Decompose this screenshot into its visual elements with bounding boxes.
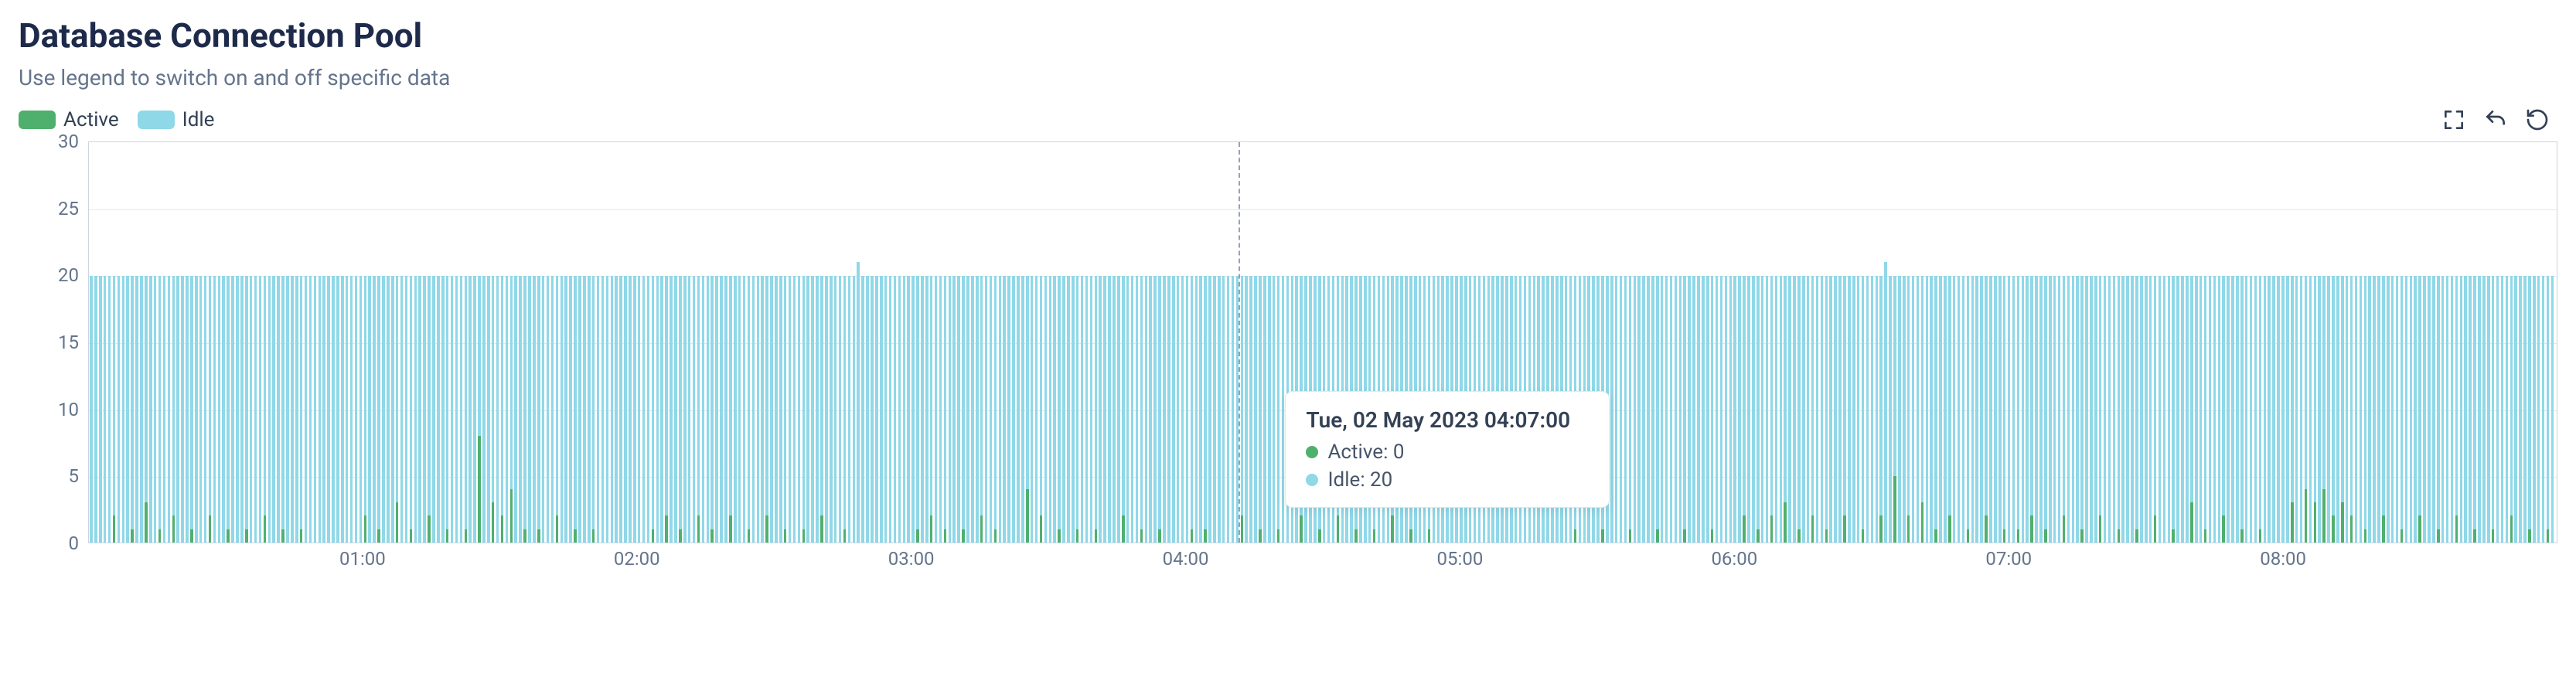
y-tick-label: 0: [69, 532, 80, 554]
plot-area[interactable]: Tue, 02 May 2023 04:07:00 Active: 0 Idle…: [88, 141, 2557, 543]
y-tick-label: 10: [58, 399, 79, 420]
legend-item-idle[interactable]: Idle: [138, 108, 215, 131]
x-tick-label: 05:00: [1437, 548, 1484, 570]
y-tick-label: 30: [58, 131, 79, 152]
legend-label-active: Active: [63, 108, 119, 131]
y-tick-label: 5: [69, 465, 80, 487]
tooltip-value-idle: Idle: 20: [1327, 468, 1392, 492]
legend-toolbar-row: Active Idle: [19, 106, 2557, 134]
tooltip-dot-active: [1306, 446, 1318, 458]
x-tick-label: 01:00: [339, 548, 386, 570]
tooltip-value-active: Active: 0: [1327, 441, 1404, 464]
x-tick-label: 07:00: [1985, 548, 2032, 570]
y-tick-label: 25: [58, 198, 79, 219]
y-tick-label: 20: [58, 264, 79, 286]
chart-subtitle: Use legend to switch on and off specific…: [19, 65, 2557, 90]
legend: Active Idle: [19, 108, 214, 131]
y-tick-label: 15: [58, 332, 79, 353]
x-axis: 01:00 02:00 03:00 04:00 05:00 06:00 07:00 08:00: [88, 543, 2557, 577]
x-tick-label: 02:00: [614, 548, 660, 570]
chart-area: 051015202530 Tue, 02 May 2023 04:07:00 A…: [19, 141, 2557, 577]
x-tick-label: 03:00: [888, 548, 935, 570]
legend-label-idle: Idle: [182, 108, 215, 131]
chart-title: Database Connection Pool: [19, 15, 2557, 56]
crosshair: [1239, 142, 1240, 543]
fullscreen-icon[interactable]: [2440, 106, 2468, 134]
tooltip-timestamp: Tue, 02 May 2023 04:07:00: [1306, 407, 1589, 433]
x-tick-label: 04:00: [1163, 548, 1209, 570]
tooltip: Tue, 02 May 2023 04:07:00 Active: 0 Idle…: [1285, 391, 1610, 508]
legend-swatch-active: [19, 111, 56, 129]
reset-icon[interactable]: [2523, 106, 2551, 134]
chart-toolbar: [2440, 106, 2557, 134]
legend-item-active[interactable]: Active: [19, 108, 119, 131]
y-axis: 051015202530: [19, 141, 88, 577]
tooltip-dot-idle: [1306, 474, 1318, 486]
undo-zoom-icon[interactable]: [2482, 106, 2510, 134]
x-tick-label: 08:00: [2260, 548, 2306, 570]
legend-swatch-idle: [138, 111, 175, 129]
x-tick-label: 06:00: [1711, 548, 1757, 570]
